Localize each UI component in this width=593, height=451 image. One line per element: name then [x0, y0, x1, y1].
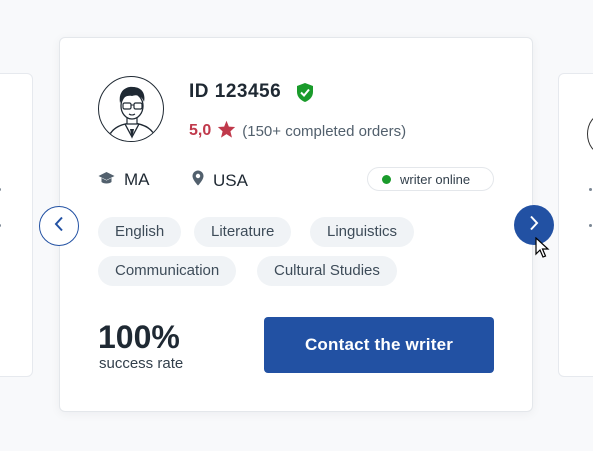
rating-value: 5,0 — [189, 122, 212, 139]
contact-writer-button[interactable]: Contact the writer — [264, 317, 494, 373]
decor-dot — [0, 188, 1, 191]
degree-label: MA — [124, 170, 150, 189]
completed-orders: (150+ completed orders) — [242, 122, 407, 140]
writer-card: ID 123456 5,0 (150+ completed orders) MA — [59, 37, 533, 412]
subject-tag: Communication — [98, 256, 237, 286]
writer-id: ID 123456 — [189, 81, 282, 102]
online-status-badge: writer online — [367, 167, 494, 191]
chevron-left-icon — [54, 216, 64, 237]
writer-country: USA — [192, 170, 248, 191]
writer-degree: MA — [98, 170, 150, 190]
star-icon — [217, 120, 236, 142]
next-writer-card[interactable] — [558, 73, 593, 377]
graduation-cap-icon — [98, 170, 124, 190]
mouse-pointer-icon — [535, 236, 550, 264]
writer-avatar — [98, 76, 164, 142]
country-label: USA — [213, 170, 248, 190]
map-pin-icon — [192, 170, 213, 191]
decor-dot — [589, 224, 592, 227]
shield-check-icon — [296, 82, 314, 108]
decor-dot — [589, 188, 592, 191]
avatar-edge — [587, 114, 593, 154]
online-dot-icon — [382, 174, 391, 184]
subject-tag: Literature — [194, 217, 292, 247]
decor-dot — [0, 224, 1, 227]
success-rate-value: 100% — [98, 319, 180, 355]
subject-tag: Cultural Studies — [257, 256, 397, 286]
chevron-right-icon — [529, 215, 539, 236]
subject-tag: Linguistics — [310, 217, 415, 247]
previous-writer-card[interactable] — [0, 73, 33, 377]
success-rate-label: success rate — [99, 355, 184, 372]
carousel-prev-button[interactable] — [39, 206, 79, 246]
writer-rating: 5,0 (150+ completed orders) — [189, 120, 406, 142]
subject-tag: English — [98, 217, 182, 247]
status-label: writer online — [400, 171, 471, 187]
